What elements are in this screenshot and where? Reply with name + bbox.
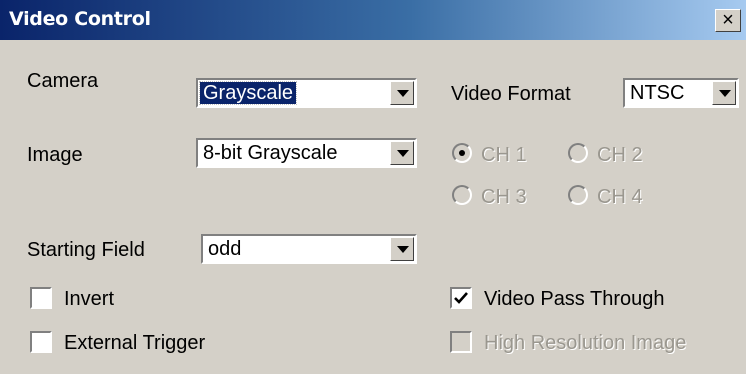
ch2-label: CH 2 xyxy=(597,144,643,166)
ch4-radio[interactable] xyxy=(568,185,588,205)
chevron-down-icon[interactable] xyxy=(712,81,736,105)
starting-field-select[interactable]: odd xyxy=(201,234,417,264)
video-control-dialog: Video Control × Camera Grayscale Video F… xyxy=(0,0,746,374)
ch2-radio[interactable] xyxy=(568,143,588,163)
image-select[interactable]: 8-bit Grayscale xyxy=(196,138,417,168)
invert-label: Invert xyxy=(64,288,115,310)
invert-checkbox[interactable] xyxy=(30,287,52,309)
window-title: Video Control xyxy=(9,8,151,30)
image-select-value: 8-bit Grayscale xyxy=(203,142,338,164)
ch1-label: CH 1 xyxy=(481,144,527,166)
video-format-select-value: NTSC xyxy=(630,82,685,104)
title-bar[interactable]: Video Control × xyxy=(0,0,746,40)
high-resolution-image-label: High Resolution Image xyxy=(484,332,687,354)
image-label: Image xyxy=(27,144,83,166)
chevron-down-icon[interactable] xyxy=(390,237,414,261)
camera-select[interactable]: Grayscale xyxy=(196,78,417,108)
video-format-select[interactable]: NTSC xyxy=(623,78,739,108)
radio-dot-icon xyxy=(459,150,465,156)
camera-label: Camera xyxy=(27,70,99,92)
chevron-down-icon[interactable] xyxy=(390,81,414,105)
chevron-down-icon[interactable] xyxy=(390,141,414,165)
checkmark-icon xyxy=(454,292,468,304)
camera-select-value: Grayscale xyxy=(198,81,298,105)
ch4-label: CH 4 xyxy=(597,186,643,208)
video-pass-through-checkbox[interactable] xyxy=(450,287,472,309)
ch1-radio[interactable] xyxy=(452,143,472,163)
external-trigger-label: External Trigger xyxy=(64,332,206,354)
video-format-label: Video Format xyxy=(451,83,571,105)
video-pass-through-label: Video Pass Through xyxy=(484,288,665,310)
external-trigger-checkbox[interactable] xyxy=(30,331,52,353)
ch3-radio[interactable] xyxy=(452,185,472,205)
high-resolution-image-checkbox[interactable] xyxy=(450,331,472,353)
starting-field-label: Starting Field xyxy=(27,239,145,261)
close-button[interactable]: × xyxy=(715,9,741,32)
starting-field-select-value: odd xyxy=(208,238,242,260)
ch3-label: CH 3 xyxy=(481,186,527,208)
